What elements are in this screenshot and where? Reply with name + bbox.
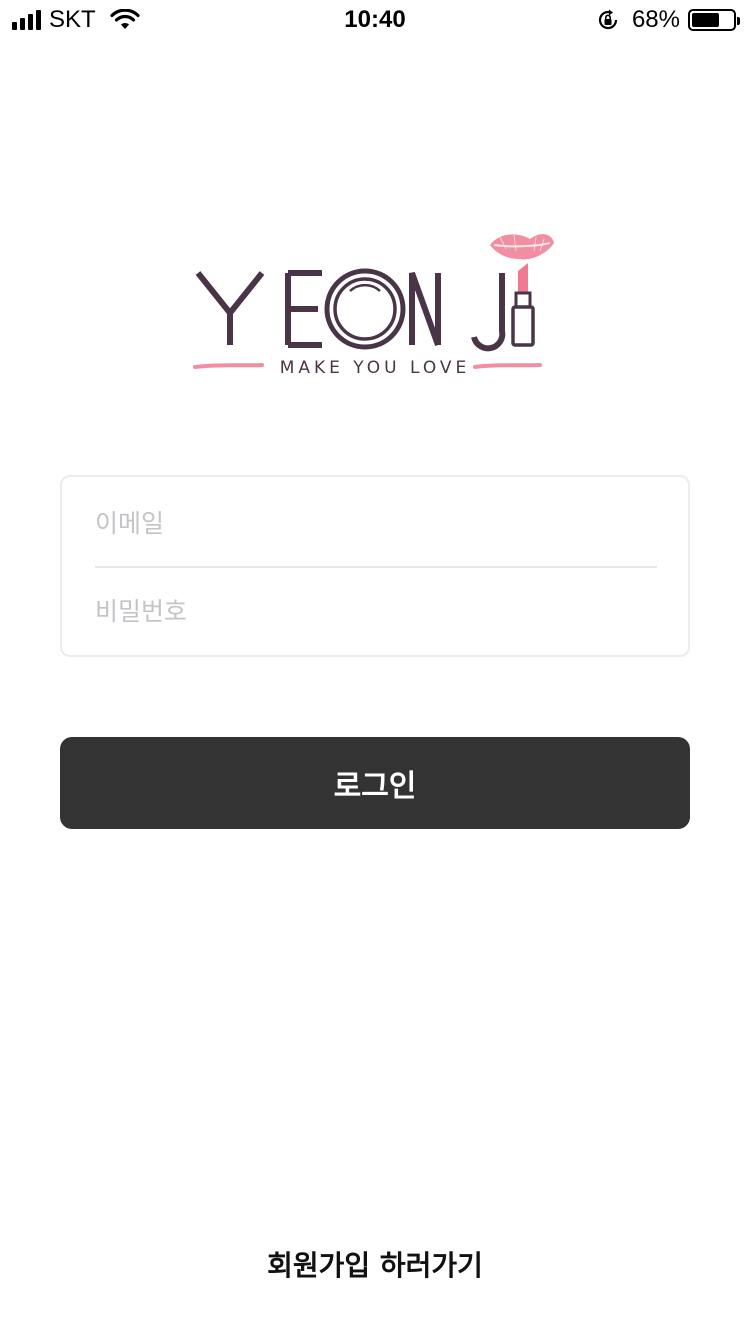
password-input[interactable]: [95, 581, 657, 641]
battery-icon: [688, 9, 740, 31]
login-form-card: [60, 475, 690, 657]
battery-fill: [692, 13, 719, 27]
logo-tagline: MAKE YOU LOVE: [279, 358, 471, 378]
signup-link[interactable]: 회원가입 하러가기: [0, 1244, 750, 1284]
login-button[interactable]: 로그인: [60, 737, 690, 829]
status-bar: SKT 10:40 68%: [0, 0, 750, 40]
login-screen: SKT 10:40 68% MAKE YOU LOVE 이메일 로그인 회원가입…: [0, 0, 750, 1334]
battery-percent: 68%: [631, 6, 680, 33]
brand-logo: MAKE YOU LOVE: [190, 225, 560, 385]
login-button-label: 로그인: [333, 769, 417, 804]
status-bar-right: 68%: [596, 6, 740, 34]
orientation-lock-icon: [598, 9, 618, 30]
email-input[interactable]: [95, 493, 657, 553]
field-divider: [95, 566, 657, 568]
battery-tip: [737, 17, 740, 25]
